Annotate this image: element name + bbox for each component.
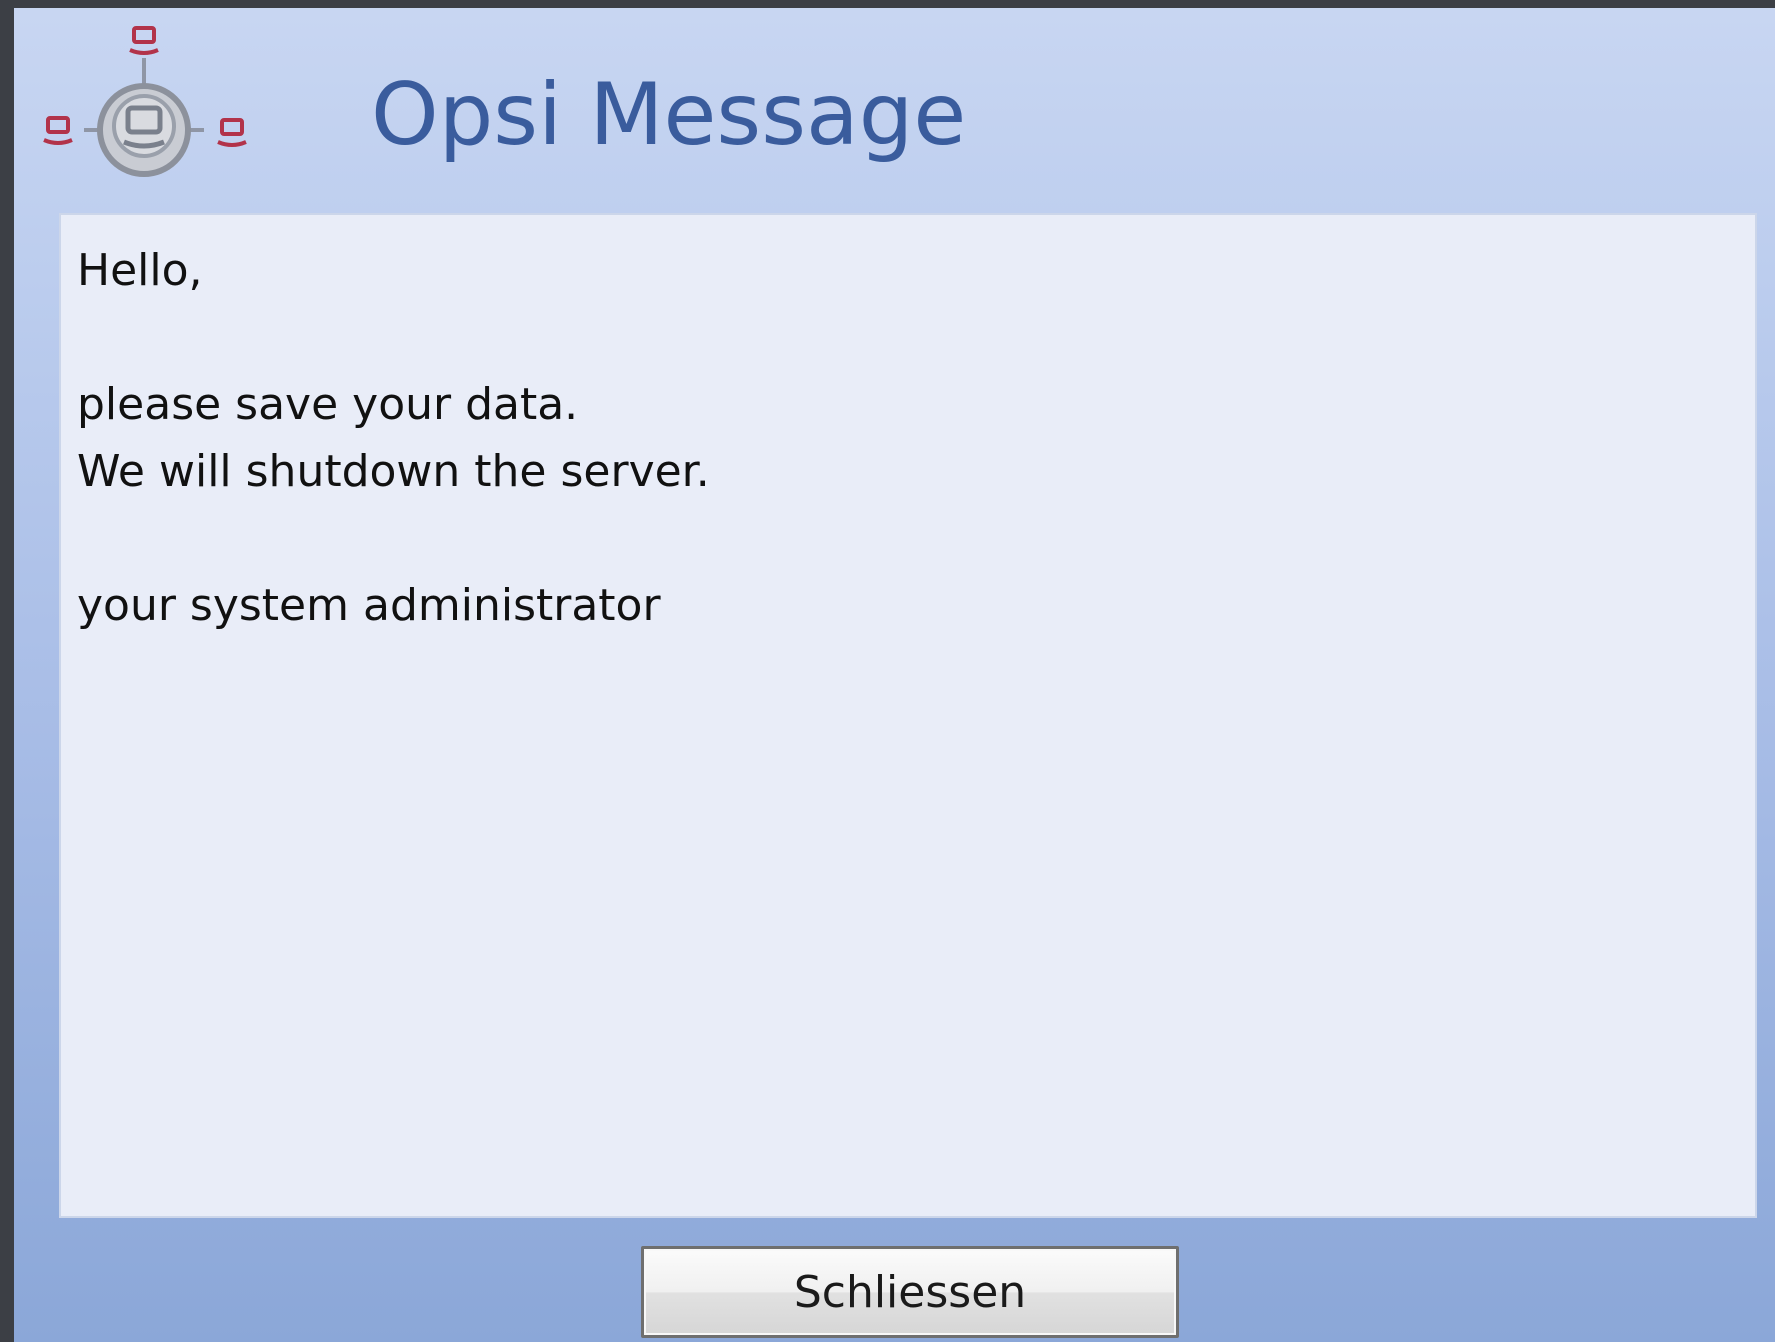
- opsi-message-window: Opsi Message Hello, please save your dat…: [0, 0, 1775, 1342]
- message-line: Hello,: [77, 245, 203, 296]
- message-line: please save your data.: [77, 379, 579, 430]
- window-header: Opsi Message: [14, 8, 1775, 213]
- message-line: [77, 505, 1739, 572]
- message-line: We will shutdown the server.: [77, 446, 710, 497]
- window-title: Opsi Message: [371, 65, 967, 165]
- opsi-logo-icon: [24, 18, 264, 208]
- close-button[interactable]: Schliessen: [641, 1246, 1179, 1338]
- message-line: your system administrator: [77, 580, 661, 631]
- message-line: [77, 304, 1739, 371]
- message-text-area[interactable]: Hello, please save your data. We will sh…: [59, 213, 1757, 1218]
